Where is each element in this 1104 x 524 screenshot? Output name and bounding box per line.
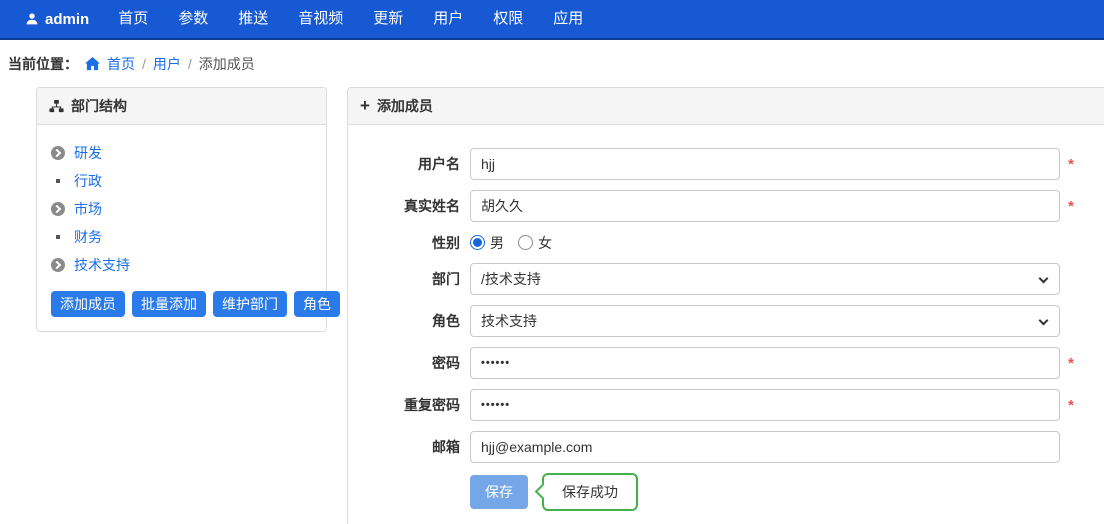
add-member-panel-title: 添加成员 [377,96,433,116]
required-asterisk: * [1068,355,1074,372]
role-button[interactable]: 角色 [294,291,340,317]
breadcrumb-link-users[interactable]: 用户 [153,54,181,74]
nav-item-5[interactable]: 用户 [418,0,478,38]
form-row-gender: 性别男女 [348,232,1104,253]
home-icon [85,57,100,71]
breadcrumb-prefix: 当前位置： [8,54,78,74]
tree-item-label: 技术支持 [74,255,130,275]
user-icon [25,12,39,26]
save-button[interactable]: 保存 [470,475,528,509]
navbar: admin 首页参数推送音视频更新用户权限应用 [0,0,1104,40]
sitemap-icon [49,99,64,114]
save-success-message: 保存成功 [562,484,618,500]
sidebar-actions: 添加成员批量添加维护部门角色 [51,291,312,317]
breadcrumb-current: 添加成员 [199,54,255,74]
batch-add-button[interactable]: 批量添加 [132,291,206,317]
password-label: 密码 [348,353,460,373]
nav-item-3[interactable]: 音视频 [283,0,358,38]
form-row-username: 用户名 * [348,148,1104,180]
submit-row: 保存 保存成功 [470,473,1104,511]
bullet-icon [56,179,60,183]
department-panel-title: 部门结构 [71,96,127,116]
add-member-form: 用户名*真实姓名*性别男女部门/技术支持角色技术支持密码*重复密码*邮箱 保存 … [348,125,1104,524]
breadcrumb-separator: / [142,56,146,72]
department-panel-body: 研发行政市场财务技术支持 添加成员批量添加维护部门角色 [37,125,326,331]
tree-item-label: 市场 [74,199,102,219]
password-input[interactable] [470,347,1060,379]
form-row-email: 邮箱 [348,431,1104,463]
tooltip-arrow-icon [535,484,551,500]
realname-label: 真实姓名 [348,196,460,216]
form-rows: 用户名*真实姓名*性别男女部门/技术支持角色技术支持密码*重复密码*邮箱 [348,148,1104,463]
navbar-brand-label: admin [45,11,89,28]
required-asterisk: * [1068,397,1074,414]
nav-item-0[interactable]: 首页 [103,0,163,38]
tree-item-label: 行政 [74,171,102,191]
required-asterisk: * [1068,156,1074,173]
department-panel: 部门结构 研发行政市场财务技术支持 添加成员批量添加维护部门角色 [36,87,327,332]
password2-input[interactable] [470,389,1060,421]
email-label: 邮箱 [348,437,460,457]
tree-item-tech[interactable]: 技术支持 [51,251,312,279]
username-label: 用户名 [348,154,460,174]
nav-item-7[interactable]: 应用 [538,0,598,38]
add-member-panel: + 添加成员 用户名*真实姓名*性别男女部门/技术支持角色技术支持密码*重复密码… [347,87,1104,524]
role-selected-value: 技术支持 [481,311,537,331]
add-member-button[interactable]: 添加成员 [51,291,125,317]
chevron-circle-icon [51,202,65,216]
email-input[interactable] [470,431,1060,463]
chevron-down-icon [1039,316,1049,326]
tree-item-finance[interactable]: 财务 [51,223,312,251]
department-tree: 研发行政市场财务技术支持 [51,139,312,279]
form-row-department: 部门/技术支持 [348,263,1104,295]
tree-item-rnd[interactable]: 研发 [51,139,312,167]
breadcrumb-separator: / [188,56,192,72]
plus-icon: + [360,99,370,113]
nav-item-6[interactable]: 权限 [478,0,538,38]
radio-icon[interactable] [470,235,485,250]
breadcrumb-link-home[interactable]: 首页 [107,54,135,74]
realname-input[interactable] [470,190,1060,222]
nav-item-1[interactable]: 参数 [163,0,223,38]
gender-option-label: 男 [490,233,504,253]
bullet-icon [56,235,60,239]
add-member-panel-header: + 添加成员 [348,88,1104,125]
gender-option-1[interactable]: 女 [518,233,552,253]
radio-icon[interactable] [518,235,533,250]
tree-item-market[interactable]: 市场 [51,195,312,223]
form-row-password2: 重复密码 * [348,389,1104,421]
tree-item-label: 财务 [74,227,102,247]
navbar-brand[interactable]: admin [25,11,89,28]
gender-radio-group: 男女 [470,233,552,253]
nav-item-2[interactable]: 推送 [223,0,283,38]
department-label: 部门 [348,269,460,289]
chevron-circle-icon [51,146,65,160]
gender-label: 性别 [348,233,460,253]
form-row-password: 密码 * [348,347,1104,379]
form-row-realname: 真实姓名 * [348,190,1104,222]
tree-item-admin-dep[interactable]: 行政 [51,167,312,195]
gender-option-label: 女 [538,233,552,253]
save-success-tooltip: 保存成功 [542,473,638,511]
breadcrumb: 当前位置： 首页 / 用户 / 添加成员 [0,40,1104,87]
department-selected-value: /技术支持 [481,269,541,289]
navbar-menu: 首页参数推送音视频更新用户权限应用 [103,0,598,38]
username-input[interactable] [470,148,1060,180]
role-select[interactable]: 技术支持 [470,305,1060,337]
tree-item-label: 研发 [74,143,102,163]
department-panel-header: 部门结构 [37,88,326,125]
manage-dep-button[interactable]: 维护部门 [213,291,287,317]
required-asterisk: * [1068,198,1074,215]
nav-item-4[interactable]: 更新 [358,0,418,38]
role-label: 角色 [348,311,460,331]
chevron-circle-icon [51,258,65,272]
department-select[interactable]: /技术支持 [470,263,1060,295]
password2-label: 重复密码 [348,395,460,415]
chevron-down-icon [1039,274,1049,284]
gender-option-0[interactable]: 男 [470,233,504,253]
form-row-role: 角色 技术支持 [348,305,1104,337]
content: 部门结构 研发行政市场财务技术支持 添加成员批量添加维护部门角色 + 添加成员 … [0,87,1104,524]
